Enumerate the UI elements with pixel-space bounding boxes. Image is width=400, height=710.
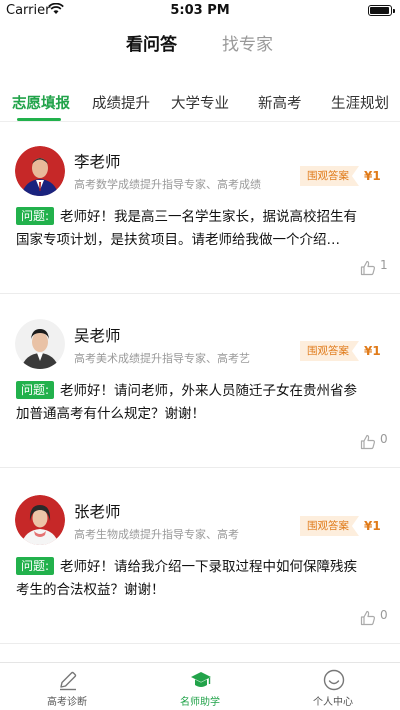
like-count: 1 [380,258,388,272]
question-label: 问题: [16,381,55,399]
category-tab-indicator [17,118,61,121]
like-button[interactable]: 1 [360,258,390,278]
teacher-name: 吴老师 [74,327,121,345]
nav-label: 高考诊断 [47,697,87,708]
question-body: 老师好！我是高三一名学生家长，据说高校招生有国家专项计划，是扶贫项目。请老师给我… [16,209,358,248]
teacher-description: 高考数学成绩提升指导专家、高考成绩 [74,178,261,191]
thumbs-up-icon [360,260,376,276]
question-label: 问题: [16,207,55,225]
tab-view-qa[interactable]: 看问答 [126,30,177,55]
price-label: ¥1 [364,169,381,183]
question-body: 老师好！请问老师，外来人员随迁子女在贵州省参加普通高考有什么规定？谢谢！ [16,383,358,422]
teacher-name: 李老师 [74,153,121,171]
watch-answer-tag[interactable]: 围观答案 [300,341,359,361]
price-label: ¥1 [364,344,381,358]
question-text: 问题: 老师好！请给我介绍一下录取过程中如何保障残疾考生的合法权益？谢谢！ [16,556,368,602]
avatar [15,146,65,196]
teacher-description: 高考生物成绩提升指导专家、高考 [74,528,239,541]
qa-card[interactable]: 张老师 高考生物成绩提升指导专家、高考 围观答案 ¥1 问题: 老师好！请给我介绍… [0,468,400,644]
avatar [15,495,65,545]
smiley-face-icon [323,669,345,691]
category-tab-new-gaokao[interactable]: 新高考 [258,92,302,113]
category-tab-score[interactable]: 成绩提升 [92,92,150,113]
status-bar: Carrier 5:03 PM [0,0,400,22]
watch-answer-tag[interactable]: 围观答案 [300,166,359,186]
question-text: 问题: 老师好！我是高三一名学生家长，据说高校招生有国家专项计划，是扶贫项目。请老… [16,206,368,252]
nav-label: 名师助学 [180,697,220,708]
like-count: 0 [380,608,388,622]
question-label: 问题: [16,557,55,575]
nav-item-teacher-help[interactable]: 名师助学 [150,663,250,710]
nav-label: 个人中心 [313,697,353,708]
category-tab-major[interactable]: 大学专业 [171,92,229,113]
like-button[interactable]: 0 [360,432,390,452]
graduation-cap-icon [191,672,211,687]
battery-icon [368,5,395,16]
watch-answer-tag[interactable]: 围观答案 [300,516,359,536]
question-text: 问题: 老师好！请问老师，外来人员随迁子女在贵州省参加普通高考有什么规定？谢谢！ [16,380,368,426]
category-tab-career[interactable]: 生涯规划 [331,92,389,113]
qa-card[interactable]: 吴老师 高考美术成绩提升指导专家、高考艺 围观答案 ¥1 问题: 老师好！请问老师… [0,294,400,468]
main-tabs: 看问答 找专家 [0,30,400,66]
battery-fill [370,7,389,14]
like-button[interactable]: 0 [360,608,390,628]
clock: 5:03 PM [170,3,230,18]
category-tab-volunteer[interactable]: 志愿填报 [12,92,70,113]
teacher-name: 张老师 [74,503,121,521]
qa-card[interactable]: 李老师 高考数学成绩提升指导专家、高考成绩 围观答案 ¥1 问题: 老师好！我是高… [0,122,400,294]
tab-find-expert[interactable]: 找专家 [222,30,273,55]
avatar [15,319,65,369]
category-tabs: 志愿填报 成绩提升 大学专业 新高考 生涯规划 [0,88,400,122]
like-count: 0 [380,432,388,446]
price-label: ¥1 [364,519,381,533]
nav-item-profile[interactable]: 个人中心 [283,663,383,710]
nav-item-diagnosis[interactable]: 高考诊断 [17,663,117,710]
thumbs-up-icon [360,434,376,450]
question-body: 老师好！请给我介绍一下录取过程中如何保障残疾考生的合法权益？谢谢！ [16,559,358,598]
pencil-icon [60,671,77,691]
thumbs-up-icon [360,610,376,626]
teacher-description: 高考美术成绩提升指导专家、高考艺 [74,352,250,365]
bottom-nav: 高考诊断 名师助学 个人中心 [0,662,400,710]
